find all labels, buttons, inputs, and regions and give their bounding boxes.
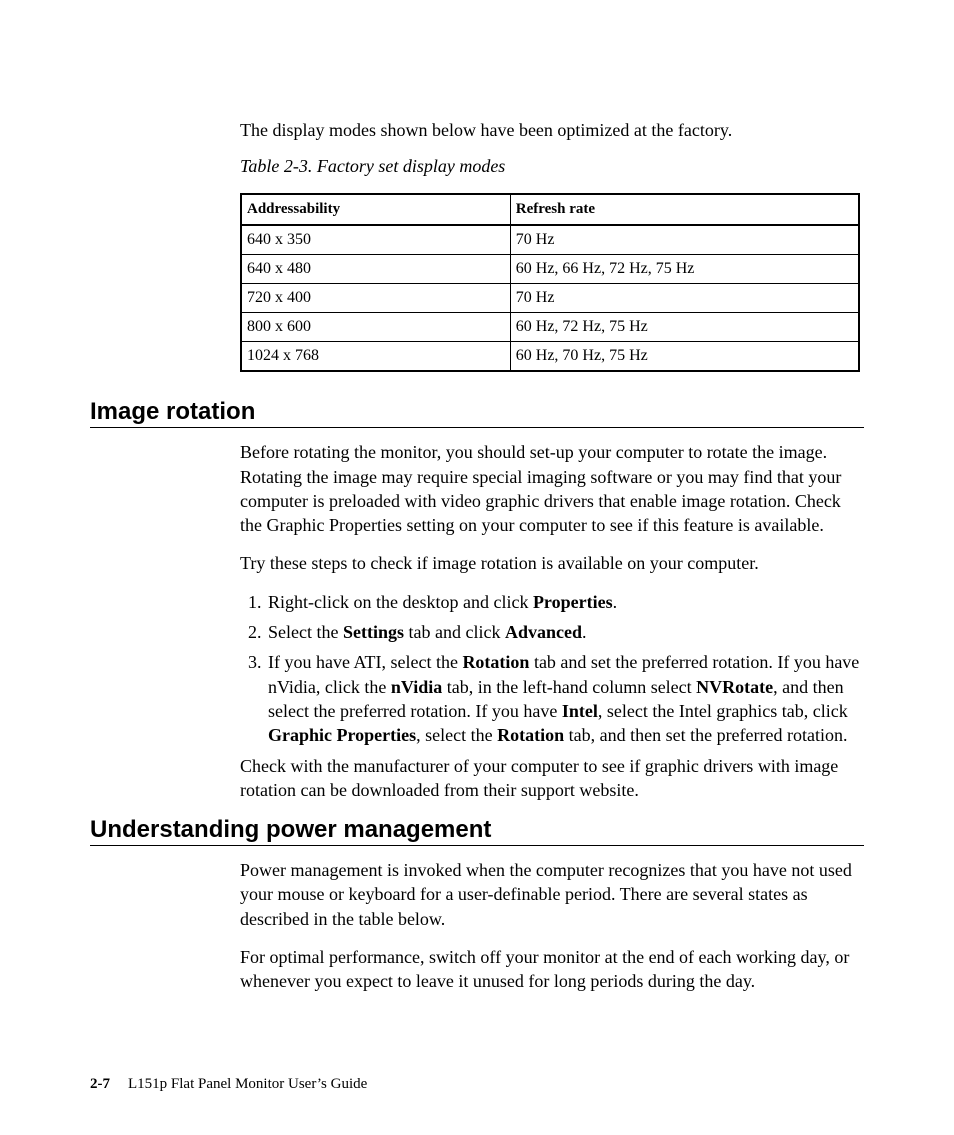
bold-text: Rotation (497, 725, 564, 745)
intro-block: The display modes shown below have been … (240, 118, 864, 372)
display-modes-table: Addressability Refresh rate 640 x 350 70… (240, 193, 860, 372)
cell-addressability: 720 x 400 (241, 284, 510, 313)
table-header-addressability: Addressability (241, 194, 510, 225)
paragraph: Before rotating the monitor, you should … (240, 440, 864, 537)
intro-text: The display modes shown below have been … (240, 118, 864, 142)
paragraph: Check with the manufacturer of your comp… (240, 754, 864, 803)
cell-addressability: 640 x 350 (241, 225, 510, 255)
bold-text: Properties (533, 592, 613, 612)
table-header-refresh-rate: Refresh rate (510, 194, 859, 225)
step-text: tab, and then set the preferred rotation… (564, 725, 847, 745)
bold-text: Intel (562, 701, 598, 721)
cell-addressability: 800 x 600 (241, 313, 510, 342)
bold-text: Settings (343, 622, 404, 642)
section-image-rotation: Before rotating the monitor, you should … (240, 440, 864, 802)
table-row: 720 x 400 70 Hz (241, 284, 859, 313)
bold-text: Graphic Properties (268, 725, 416, 745)
bold-text: nVidia (391, 677, 442, 697)
step-text: , select the Intel graphics tab, click (598, 701, 848, 721)
cell-refresh-rate: 60 Hz, 66 Hz, 72 Hz, 75 Hz (510, 255, 859, 284)
step-text: tab, in the left-hand column select (442, 677, 696, 697)
cell-addressability: 640 x 480 (241, 255, 510, 284)
table-row: 640 x 480 60 Hz, 66 Hz, 72 Hz, 75 Hz (241, 255, 859, 284)
list-item: Right-click on the desktop and click Pro… (266, 590, 864, 614)
list-item: Select the Settings tab and click Advanc… (266, 620, 864, 644)
heading-power-management: Understanding power management (90, 816, 864, 846)
paragraph: For optimal performance, switch off your… (240, 945, 864, 994)
step-text: Right-click on the desktop and click (268, 592, 533, 612)
page-number: 2-7 (90, 1076, 110, 1092)
table-row: 1024 x 768 60 Hz, 70 Hz, 75 Hz (241, 342, 859, 372)
cell-refresh-rate: 70 Hz (510, 225, 859, 255)
step-text: tab and click (404, 622, 505, 642)
cell-addressability: 1024 x 768 (241, 342, 510, 372)
cell-refresh-rate: 60 Hz, 70 Hz, 75 Hz (510, 342, 859, 372)
steps-list: Right-click on the desktop and click Pro… (240, 590, 864, 748)
step-text: . (582, 622, 587, 642)
cell-refresh-rate: 70 Hz (510, 284, 859, 313)
bold-text: Rotation (462, 652, 529, 672)
footer-guide-title: L151p Flat Panel Monitor User’s Guide (128, 1076, 367, 1092)
table-header-row: Addressability Refresh rate (241, 194, 859, 225)
step-text: If you have ATI, select the (268, 652, 462, 672)
step-text: . (613, 592, 618, 612)
table-row: 800 x 600 60 Hz, 72 Hz, 75 Hz (241, 313, 859, 342)
step-text: Select the (268, 622, 343, 642)
bold-text: NVRotate (696, 677, 773, 697)
table-caption: Table 2-3. Factory set display modes (240, 156, 864, 177)
list-item: If you have ATI, select the Rotation tab… (266, 650, 864, 747)
section-power-management: Power management is invoked when the com… (240, 858, 864, 993)
heading-image-rotation: Image rotation (90, 398, 864, 428)
cell-refresh-rate: 60 Hz, 72 Hz, 75 Hz (510, 313, 859, 342)
paragraph: Try these steps to check if image rotati… (240, 551, 864, 575)
step-text: , select the (416, 725, 497, 745)
paragraph: Power management is invoked when the com… (240, 858, 864, 931)
table-row: 640 x 350 70 Hz (241, 225, 859, 255)
document-page: The display modes shown below have been … (0, 0, 954, 1135)
bold-text: Advanced (505, 622, 582, 642)
page-footer: 2-7 L151p Flat Panel Monitor User’s Guide (90, 1076, 367, 1093)
